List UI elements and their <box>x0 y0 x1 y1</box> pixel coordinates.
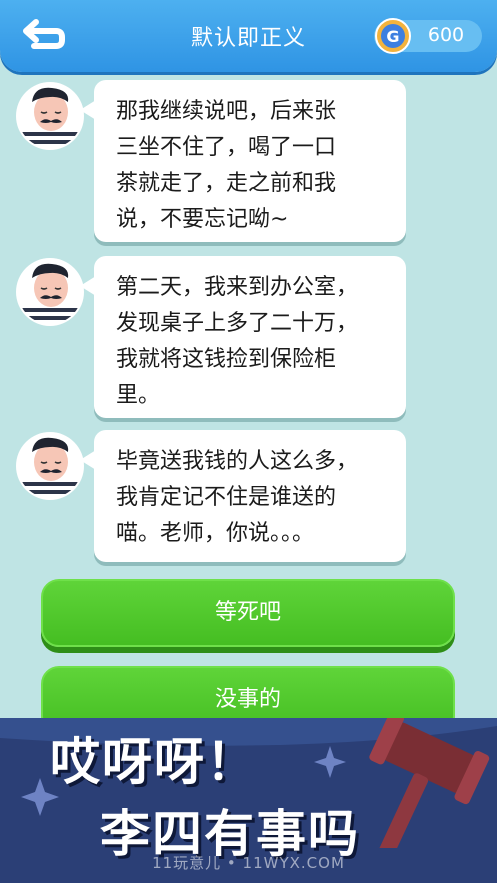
message-line: 发现桌子上多了二十万， <box>116 311 359 336</box>
banner-headline: 哎呀呀！ <box>50 733 258 791</box>
message-line: 我就将这钱捡到保险柜 <box>116 347 337 372</box>
message-line: 茶就走了，走之前和我 <box>116 171 337 196</box>
message-line: 里。 <box>116 383 161 408</box>
coin-counter: G 600 <box>374 18 482 54</box>
message-line: 那我继续说吧，后来张 <box>116 99 337 124</box>
message-line: 三坐不住了，喝了一口 <box>116 135 337 160</box>
top-bar: 默认即正义 G 600 <box>0 0 497 72</box>
message-line: 第二天，我来到办公室， <box>116 275 359 300</box>
message-bubble: 毕竟送我钱的人这么多， 我肯定记不住是谁送的 喵。老师，你说。。。 <box>80 430 406 562</box>
svg-text:G: G <box>386 27 399 46</box>
message-bubble: 那我继续说吧，后来张 三坐不住了，喝了一口 茶就走了，走之前和我 说，不要忘记呦… <box>80 80 406 242</box>
message-line: 说，不要忘记呦~ <box>116 207 289 232</box>
promo-banner: 哎呀呀！ 李四有事吗 11玩意儿 • 11WYX.COM <box>0 718 497 883</box>
answer-button-1[interactable]: 等死吧 <box>41 579 455 647</box>
avatar <box>16 82 84 150</box>
message-bubble: 第二天，我来到办公室， 发现桌子上多了二十万， 我就将这钱捡到保险柜 里。 <box>80 256 406 418</box>
avatar <box>16 432 84 500</box>
watermark-text: 11玩意儿 • 11WYX.COM <box>152 854 345 872</box>
avatar <box>16 258 84 326</box>
g-coin-icon: G <box>375 18 411 54</box>
gavel-icon <box>369 718 490 848</box>
coin-value: 600 <box>427 24 465 46</box>
message-line: 毕竟送我钱的人这么多， <box>116 449 359 474</box>
message-line: 我肯定记不住是谁送的 <box>116 485 337 510</box>
message-line: 喵。老师，你说。。。 <box>116 521 315 546</box>
